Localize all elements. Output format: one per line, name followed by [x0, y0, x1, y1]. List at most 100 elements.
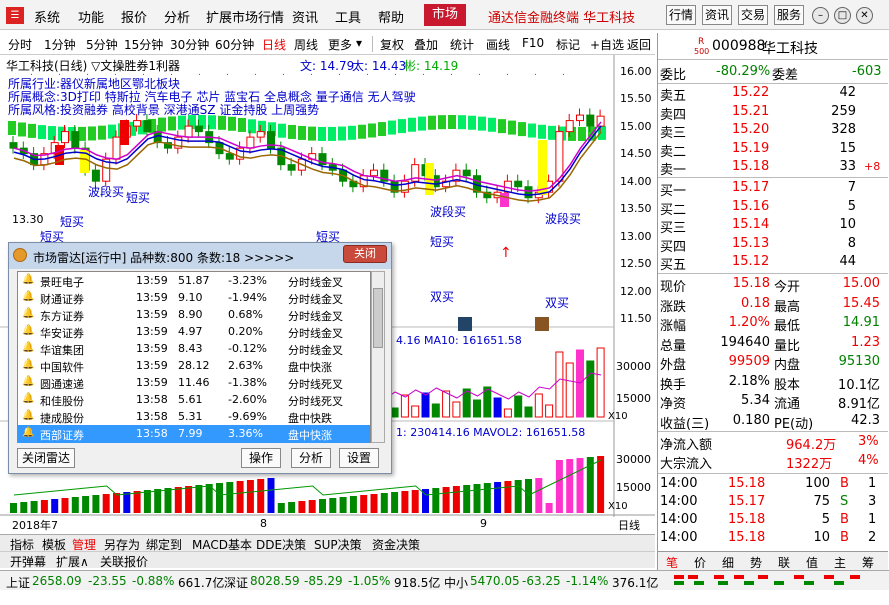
ask-volume: 15: [839, 140, 856, 156]
stat-label: 现价: [660, 280, 687, 295]
tick-price: 15.18: [728, 530, 766, 545]
draw-line-button[interactable]: 画线: [486, 36, 510, 53]
radar-analyze-button[interactable]: 分析: [291, 448, 331, 468]
tab-zhu[interactable]: 主: [834, 554, 846, 571]
volume-bar: [442, 390, 451, 418]
radar-list[interactable]: 🔔 景旺电子 13:59 51.87 -3.23% 分时线金叉 🔔 财通证券 13:59 9.10…: [17, 271, 371, 443]
volume2-bar: [555, 460, 563, 513]
menu-tools[interactable]: 工具: [335, 7, 361, 26]
tab-lian[interactable]: 联: [778, 554, 790, 571]
f10-button[interactable]: F10: [522, 36, 544, 50]
tick-time: 14:00: [660, 512, 698, 527]
radar-row[interactable]: 🔔 圆通速递 13:59 11.46 -1.38% 分时线死叉: [18, 374, 370, 392]
period-more[interactable]: 更多: [328, 36, 352, 53]
axis-1450: 14.50: [620, 147, 652, 160]
radar-row[interactable]: 🔔 东方证券 13:59 8.90 0.68% 分时线金叉: [18, 306, 370, 324]
menu-quote[interactable]: 报价: [121, 7, 147, 26]
close-radar-button[interactable]: 关闭雷达: [17, 448, 75, 468]
menu-news[interactable]: 资讯: [292, 7, 318, 26]
menu-function[interactable]: 功能: [78, 7, 104, 26]
volume-bar: [421, 392, 430, 418]
period-30min[interactable]: 30分钟: [170, 36, 209, 53]
radar-titlebar[interactable]: 市场雷达[运行中] 品种数:800 条数:18 >>>>> 关闭: [9, 243, 391, 269]
volume2-bar: [463, 485, 471, 513]
radar-row[interactable]: 🔔 和佳股份 13:58 5.61 -2.60% 分时线死叉: [18, 391, 370, 409]
trade-button[interactable]: 交易: [738, 5, 768, 25]
stat-label: 换手: [660, 377, 687, 393]
period-daily[interactable]: 日线: [262, 36, 286, 53]
volume2-bar: [504, 481, 512, 513]
close-icon[interactable]: ✕: [856, 7, 873, 24]
service-button[interactable]: 服务: [774, 5, 804, 25]
maximize-icon[interactable]: □: [834, 7, 851, 24]
axis-1550: 15.50: [620, 92, 652, 105]
radar-row[interactable]: 🔔 财通证券 13:59 9.10 -1.94% 分时线金叉: [18, 289, 370, 307]
tab-danmaku[interactable]: 开弹幕: [10, 553, 46, 570]
radar-row[interactable]: 🔔 中国软件 13:59 28.12 2.63% 盘中快涨: [18, 357, 370, 375]
tab-jia[interactable]: 价: [694, 554, 706, 571]
tab-shi[interactable]: 势: [750, 554, 762, 571]
period-tick[interactable]: 分时: [8, 36, 32, 53]
radar-row[interactable]: 🔔 景旺电子 13:59 51.87 -3.23% 分时线金叉: [18, 272, 370, 290]
flow-value: 1322万: [786, 457, 833, 472]
cai-icon: [458, 317, 472, 331]
mark-button[interactable]: 标记: [556, 36, 580, 53]
dot-marker: .: [226, 68, 229, 78]
candle: [143, 120, 152, 133]
menu-analysis[interactable]: 分析: [164, 7, 190, 26]
menu-ext-market[interactable]: 扩展市场行情: [206, 7, 284, 26]
volume2-bar: [380, 493, 388, 513]
period-1min[interactable]: 1分钟: [44, 36, 76, 53]
r-badge: R: [698, 37, 705, 47]
volume-bar: [555, 351, 564, 418]
dot-marker: .: [478, 68, 481, 78]
statistics-button[interactable]: 统计: [450, 36, 474, 53]
bell-icon: 🔔: [22, 342, 35, 353]
radar-settings-button[interactable]: 设置: [339, 448, 379, 468]
radar-row[interactable]: 🔔 西部证券 13:58 7.99 3.36% 盘中快涨: [18, 425, 370, 443]
volume-bar: [400, 394, 409, 418]
menu-system[interactable]: 系统: [34, 7, 60, 26]
candle: [194, 125, 203, 133]
period-15min[interactable]: 15分钟: [124, 36, 163, 53]
radar-scrollbar[interactable]: [371, 271, 385, 443]
radar-row[interactable]: 🔔 华安证券 13:59 4.97 0.20% 分时线金叉: [18, 323, 370, 341]
radar-close-button[interactable]: 关闭: [343, 245, 387, 263]
menu-help[interactable]: 帮助: [378, 7, 404, 26]
restore-rights-button[interactable]: 复权: [380, 36, 404, 53]
tab-chou[interactable]: 筹: [862, 554, 874, 571]
tab-bi[interactable]: 笔: [666, 554, 678, 571]
add-favorite-button[interactable]: +自选: [590, 36, 624, 53]
radar-operate-button[interactable]: 操作: [241, 448, 281, 468]
radar-cell: 5.31: [178, 410, 203, 423]
bid-volume: 8: [847, 235, 856, 251]
axis-1150: 11.50: [620, 312, 652, 325]
band-bar: [298, 125, 306, 140]
period-60min[interactable]: 60分钟: [215, 36, 254, 53]
axis-1300: 13.00: [620, 230, 652, 243]
back-button[interactable]: 返回: [627, 36, 651, 53]
anno-2: 波段买: [88, 185, 125, 199]
chevron-down-icon[interactable]: ▾: [356, 36, 362, 50]
market-button[interactable]: 市场: [424, 4, 466, 26]
radar-cell: 51.87: [178, 274, 210, 287]
band-bar: [108, 124, 116, 139]
radar-row[interactable]: 🔔 捷成股份 13:58 5.31 -9.69% 盘中快跌: [18, 408, 370, 426]
volume-bar: [493, 397, 502, 418]
period-5min[interactable]: 5分钟: [86, 36, 118, 53]
minimize-icon[interactable]: –: [812, 7, 829, 24]
quote-button[interactable]: 行情: [666, 5, 696, 25]
tab-expand[interactable]: 扩展∧: [56, 553, 89, 570]
radar-cell: 中国软件: [40, 361, 84, 374]
volume2-bar: [102, 494, 110, 513]
tab-xi[interactable]: 细: [722, 554, 734, 571]
period-weekly[interactable]: 周线: [294, 36, 318, 53]
overlay-button[interactable]: 叠加: [414, 36, 438, 53]
volume2-bar: [246, 480, 254, 513]
radar-row[interactable]: 🔔 华谊集团 13:59 8.43 -0.12% 分时线金叉: [18, 340, 370, 358]
radar-cell: 28.12: [178, 359, 210, 372]
news-button[interactable]: 资讯: [702, 5, 732, 25]
radar-cell: 华安证券: [40, 327, 84, 340]
tab-zhi[interactable]: 值: [806, 554, 818, 571]
tab-related-quote[interactable]: 关联报价: [100, 553, 148, 570]
